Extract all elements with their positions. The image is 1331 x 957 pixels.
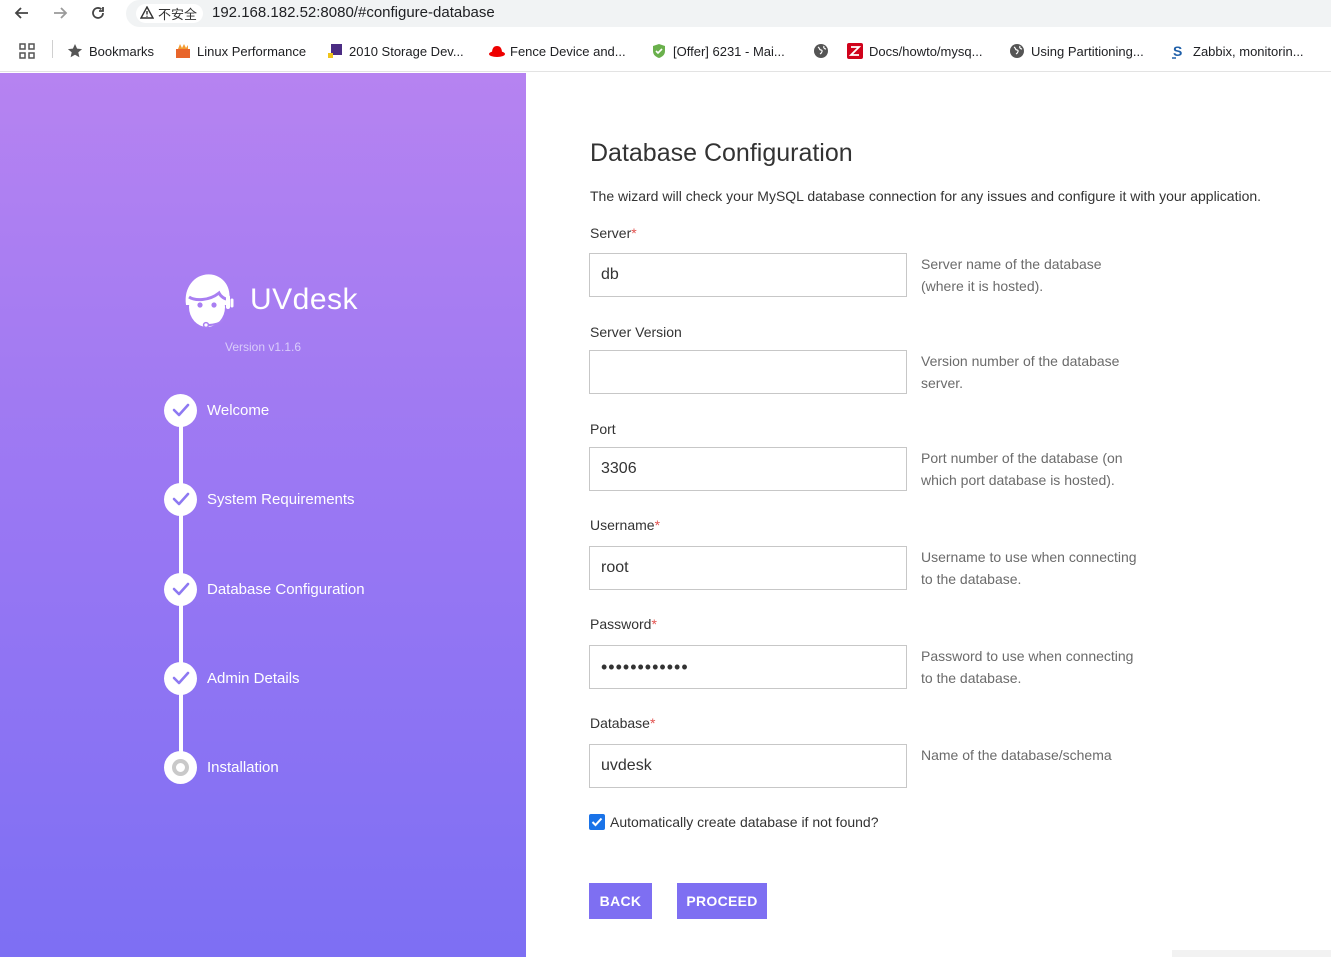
- browser-chrome: 不安全 192.168.182.52:8080/#configure-datab…: [0, 0, 1331, 72]
- step-label: Welcome: [207, 401, 270, 419]
- auto-create-label: Automatically create database if not fou…: [610, 814, 879, 830]
- wizard-sidebar: UVdesk Version v1.1.6 Welcome System Req…: [0, 73, 526, 957]
- password-input[interactable]: ••••••••••••: [589, 645, 907, 689]
- check-icon: [164, 572, 197, 606]
- star-icon: [67, 43, 83, 59]
- navigation-bar: 不安全 192.168.182.52:8080/#configure-datab…: [0, 0, 1331, 28]
- server-version-label: Server Version: [590, 324, 682, 340]
- forward-arrow-icon[interactable]: [48, 2, 72, 24]
- apps-grid-icon[interactable]: [19, 42, 35, 60]
- username-input[interactable]: root: [589, 546, 907, 590]
- page-description: The wizard will check your MySQL databas…: [590, 188, 1262, 204]
- password-hint: Password to use when connecting to the d…: [921, 648, 1134, 686]
- bookmark-item[interactable]: Using Partitioning...: [1009, 42, 1144, 60]
- auto-create-checkbox[interactable]: [589, 814, 605, 830]
- shield-icon: [651, 43, 667, 59]
- uvdesk-logo-icon: [176, 267, 240, 331]
- proceed-button[interactable]: PROCEED: [677, 883, 767, 919]
- globe-icon: [1009, 43, 1025, 59]
- server-hint: Server name of the database (where it is…: [921, 256, 1102, 294]
- server-label: Server*: [590, 225, 637, 241]
- step-welcome[interactable]: Welcome: [164, 393, 269, 427]
- auto-create-row[interactable]: Automatically create database if not fou…: [589, 814, 879, 830]
- bookmark-item[interactable]: Linux Performance: [175, 42, 306, 60]
- bookmark-item[interactable]: 2010 Storage Dev...: [327, 42, 464, 60]
- back-arrow-icon[interactable]: [10, 2, 34, 24]
- security-indicator[interactable]: 不安全: [136, 4, 204, 23]
- back-button[interactable]: BACK: [589, 883, 652, 919]
- bookmark-item[interactable]: Fence Device and...: [488, 42, 626, 60]
- step-label: Admin Details: [207, 669, 300, 687]
- port-label: Port: [590, 421, 616, 437]
- server-input[interactable]: db: [589, 253, 907, 297]
- url-text[interactable]: 192.168.182.52:8080/#configure-database: [212, 4, 495, 21]
- pending-circle-icon: [164, 750, 197, 784]
- page-title: Database Configuration: [590, 139, 853, 167]
- globe-icon: [813, 43, 829, 59]
- z-icon: [847, 43, 863, 59]
- security-label: 不安全: [158, 7, 198, 22]
- warning-icon: [139, 5, 155, 22]
- svg-text:S: S: [1173, 43, 1182, 59]
- port-hint: Port number of the database (on which po…: [921, 450, 1123, 488]
- bookmarks-divider: [52, 40, 53, 58]
- bookmarks-bar: Bookmarks Linux Performance 2010 Storage…: [0, 36, 1331, 66]
- step-label: Database Configuration: [207, 580, 365, 598]
- flame-icon: [175, 43, 191, 59]
- database-config-form: Database Configuration The wizard will c…: [526, 73, 1331, 957]
- address-bar[interactable]: 不安全 192.168.182.52:8080/#configure-datab…: [126, 0, 1331, 27]
- version-label: Version v1.1.6: [225, 340, 302, 354]
- brand-name: UVdesk: [250, 283, 359, 316]
- bookmark-item[interactable]: [Offer] 6231 - Mai...: [651, 42, 785, 60]
- check-icon: [164, 482, 197, 516]
- step-database-configuration[interactable]: Database Configuration: [164, 572, 365, 606]
- redhat-icon: [488, 43, 505, 59]
- database-hint: Name of the database/schema: [921, 747, 1112, 763]
- storage-icon: [327, 43, 343, 59]
- bookmark-item[interactable]: [813, 42, 835, 60]
- s-icon: S: [1171, 43, 1187, 59]
- port-input[interactable]: 3306: [589, 447, 907, 491]
- step-system-requirements[interactable]: System Requirements: [164, 482, 355, 516]
- database-label: Database*: [590, 715, 656, 731]
- bottom-corner-overlay: [1172, 950, 1331, 957]
- bookmark-item[interactable]: Docs/howto/mysq...: [847, 42, 982, 60]
- check-icon: [164, 393, 197, 427]
- password-label: Password*: [590, 616, 657, 632]
- bookmark-item[interactable]: S Zabbix, monitorin...: [1171, 42, 1304, 60]
- bookmark-item[interactable]: Bookmarks: [67, 42, 154, 60]
- step-label: Installation: [207, 758, 279, 776]
- step-admin-details[interactable]: Admin Details: [164, 661, 300, 695]
- step-installation[interactable]: Installation: [164, 750, 279, 784]
- username-label: Username*: [590, 517, 661, 533]
- database-input[interactable]: uvdesk: [589, 744, 907, 788]
- step-label: System Requirements: [207, 490, 355, 508]
- server-version-hint: Version number of the database server.: [921, 353, 1120, 391]
- server-version-input[interactable]: [589, 350, 907, 394]
- username-hint: Username to use when connecting to the d…: [921, 549, 1137, 587]
- check-icon: [164, 661, 197, 695]
- reload-icon[interactable]: [86, 2, 110, 24]
